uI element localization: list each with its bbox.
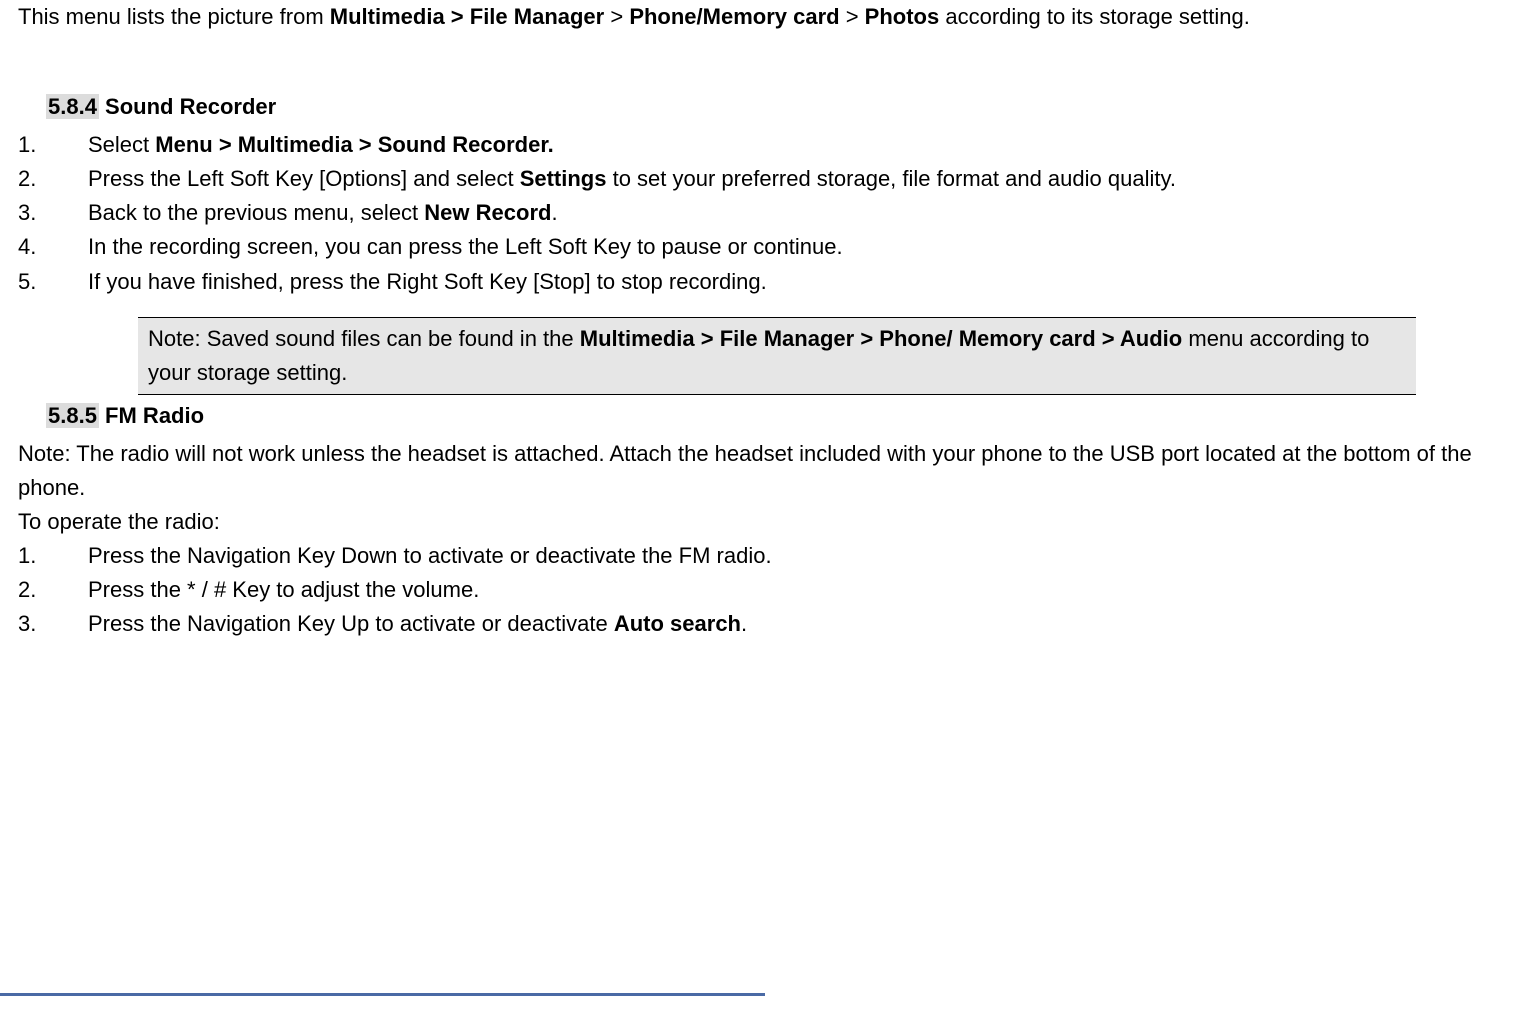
list-item: 3.Back to the previous menu, select New … — [18, 196, 1511, 230]
list-number: 4. — [18, 230, 88, 264]
list-body: Press the * / # Key to adjust the volume… — [88, 573, 1511, 607]
list-item: 1.Press the Navigation Key Down to activ… — [18, 539, 1511, 573]
note-bold-1: Multimedia > File Manager > Phone/ Memor… — [580, 326, 1183, 351]
fm-radio-lead: To operate the radio: — [18, 505, 1511, 539]
list-text-bold: New Record — [424, 200, 551, 225]
list-body: If you have finished, press the Right So… — [88, 265, 1511, 299]
section-heading-fm-radio: 5.8.5 FM Radio — [18, 399, 1511, 433]
list-number: 3. — [18, 607, 88, 641]
list-number: 2. — [18, 162, 88, 196]
sound-recorder-list: 1.Select Menu > Multimedia > Sound Recor… — [18, 128, 1511, 298]
list-text-pre: If you have finished, press the Right So… — [88, 269, 767, 294]
section-title: FM Radio — [99, 403, 204, 428]
note-box-sound-recorder: Note: Saved sound files can be found in … — [138, 317, 1416, 395]
intro-bold-1: Multimedia > File Manager — [330, 4, 604, 29]
list-text-post: . — [741, 611, 747, 636]
note-text-1: Note: Saved sound files can be found in … — [148, 326, 580, 351]
list-text-bold: Auto search — [614, 611, 741, 636]
list-number: 1. — [18, 128, 88, 162]
intro-text-2: > — [604, 4, 629, 29]
list-text-pre: Press the * / # Key to adjust the volume… — [88, 577, 479, 602]
section-title: Sound Recorder — [99, 94, 276, 119]
list-number: 2. — [18, 573, 88, 607]
list-text-pre: Press the Navigation Key Down to activat… — [88, 543, 772, 568]
list-body: Back to the previous menu, select New Re… — [88, 196, 1511, 230]
list-number: 5. — [18, 265, 88, 299]
intro-paragraph: This menu lists the picture from Multime… — [18, 0, 1511, 34]
list-number: 1. — [18, 539, 88, 573]
list-body: Press the Navigation Key Up to activate … — [88, 607, 1511, 641]
list-item: 2.Press the * / # Key to adjust the volu… — [18, 573, 1511, 607]
list-item: 2.Press the Left Soft Key [Options] and … — [18, 162, 1511, 196]
list-item: 3.Press the Navigation Key Up to activat… — [18, 607, 1511, 641]
list-body: Select Menu > Multimedia > Sound Recorde… — [88, 128, 1511, 162]
page-footer-rule — [0, 993, 765, 996]
list-text-pre: Back to the previous menu, select — [88, 200, 424, 225]
section-heading-sound-recorder: 5.8.4 Sound Recorder — [18, 90, 1511, 124]
list-text-bold: Settings — [520, 166, 607, 191]
list-text-pre: Press the Left Soft Key [Options] and se… — [88, 166, 520, 191]
list-text-post: to set your preferred storage, file form… — [606, 166, 1175, 191]
list-number: 3. — [18, 196, 88, 230]
list-text-post: . — [551, 200, 557, 225]
list-item: 4.In the recording screen, you can press… — [18, 230, 1511, 264]
intro-text-1: This menu lists the picture from — [18, 4, 330, 29]
list-text-pre: In the recording screen, you can press t… — [88, 234, 843, 259]
list-item: 5.If you have finished, press the Right … — [18, 265, 1511, 299]
list-text-pre: Press the Navigation Key Up to activate … — [88, 611, 614, 636]
fm-radio-note: Note: The radio will not work unless the… — [18, 437, 1511, 505]
list-text-bold: Menu > Multimedia > Sound Recorder. — [155, 132, 554, 157]
intro-bold-3: Photos — [865, 4, 940, 29]
list-text-pre: Select — [88, 132, 155, 157]
intro-text-3: > — [840, 4, 865, 29]
list-body: Press the Left Soft Key [Options] and se… — [88, 162, 1511, 196]
intro-bold-2: Phone/Memory card — [629, 4, 839, 29]
section-number: 5.8.4 — [46, 94, 99, 119]
section-number: 5.8.5 — [46, 403, 99, 428]
list-item: 1.Select Menu > Multimedia > Sound Recor… — [18, 128, 1511, 162]
fm-radio-list: 1.Press the Navigation Key Down to activ… — [18, 539, 1511, 641]
intro-text-4: according to its storage setting. — [939, 4, 1250, 29]
list-body: In the recording screen, you can press t… — [88, 230, 1511, 264]
list-body: Press the Navigation Key Down to activat… — [88, 539, 1511, 573]
